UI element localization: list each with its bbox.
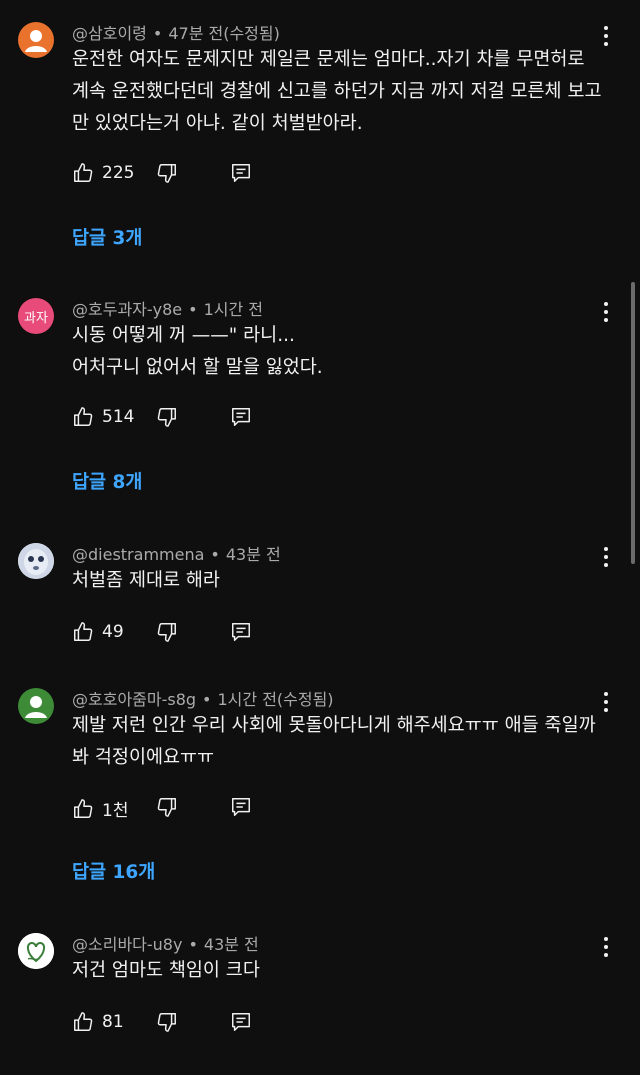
comment-actions: 514 [72, 406, 272, 430]
thumbs-up-icon [74, 798, 93, 818]
comment-time[interactable]: 1시간 전 [204, 300, 263, 319]
author-name[interactable]: @호두과자-y8e [72, 300, 182, 319]
reply-icon [232, 408, 250, 426]
thumbs-down-icon [157, 164, 176, 183]
avatar-image [18, 933, 54, 969]
reply-button[interactable] [230, 1011, 252, 1037]
thumbs-up-icon [74, 163, 93, 182]
dislike-button[interactable] [156, 796, 178, 822]
avatar[interactable] [18, 543, 54, 579]
comment-header: @소리바다-u8y • 43분 전 [72, 931, 259, 955]
comment-time[interactable]: 1시간 전(수정됨) [217, 690, 333, 709]
thumbs-down-icon [157, 798, 176, 817]
reply-icon [232, 623, 250, 641]
thumbs-up-icon [74, 407, 93, 426]
more-vertical-icon[interactable] [598, 937, 614, 957]
more-vertical-icon[interactable] [598, 547, 614, 567]
author-name[interactable]: @diestrammena [72, 545, 204, 564]
thumbs-down-icon [157, 408, 176, 427]
comment-header: @호호아줌마-s8g • 1시간 전(수정됨) [72, 686, 334, 710]
avatar[interactable]: 과자 [18, 298, 54, 334]
like-button[interactable]: 81 [72, 1011, 124, 1033]
thumbs-down-icon [157, 623, 176, 642]
view-replies-button[interactable]: 답글 8개 [72, 468, 142, 494]
separator-dot: • [210, 545, 220, 564]
like-count: 1천 [102, 801, 129, 821]
comment-time[interactable]: 43분 전 [204, 935, 259, 954]
separator-dot: • [188, 935, 198, 954]
comment-actions: 81 [72, 1011, 272, 1035]
comment-text: 제발 저런 인간 우리 사회에 못돌아다니게 해주세요ㅠㅠ 애들 죽일까봐 걱정… [72, 715, 596, 768]
like-button[interactable]: 1천 [72, 796, 128, 821]
avatar-image [18, 543, 54, 579]
more-vertical-icon[interactable] [598, 302, 614, 322]
comment-header: @diestrammena • 43분 전 [72, 541, 281, 565]
dislike-button[interactable] [156, 621, 178, 647]
reply-button[interactable] [230, 162, 252, 188]
author-name[interactable]: @호호아줌마-s8g [72, 690, 196, 709]
thumbs-up-icon [74, 622, 93, 641]
comment-text: 시동 어떻게 꺼 ——" 라니... 어처구니 없어서 할 말을 잃었다. [72, 325, 323, 378]
dislike-button[interactable] [156, 162, 178, 188]
view-replies-button[interactable]: 답글 16개 [72, 858, 155, 884]
like-button[interactable]: 225 [72, 162, 134, 184]
view-replies-button[interactable]: 답글 3개 [72, 224, 142, 250]
dislike-button[interactable] [156, 1011, 178, 1037]
reply-icon [232, 164, 250, 182]
author-name[interactable]: @삼호이령 [72, 24, 147, 43]
dislike-button[interactable] [156, 406, 178, 432]
avatar-label: 과자 [24, 310, 48, 326]
like-count: 225 [102, 163, 135, 183]
like-count: 49 [102, 622, 124, 642]
reply-icon [232, 798, 250, 816]
avatar[interactable] [18, 933, 54, 969]
comment-header: @삼호이령 • 47분 전(수정됨) [72, 20, 280, 44]
comment-actions: 1천 [72, 796, 272, 822]
reply-button[interactable] [230, 796, 252, 822]
thumbs-down-icon [157, 1013, 176, 1032]
author-name[interactable]: @소리바다-u8y [72, 935, 182, 954]
reply-icon [232, 1013, 250, 1031]
comment-text: 처벌좀 제대로 해라 [72, 570, 220, 591]
thumbs-up-icon [74, 1012, 93, 1031]
comment-actions: 225 [72, 162, 272, 186]
separator-dot: • [188, 300, 198, 319]
reply-button[interactable] [230, 406, 252, 432]
separator-dot: • [202, 690, 212, 709]
like-button[interactable]: 514 [72, 406, 134, 428]
comment-time[interactable]: 47분 전(수정됨) [168, 24, 280, 43]
comment-text: 운전한 여자도 문제지만 제일큰 문제는 엄마다..자기 차를 무면허로 계속 … [72, 49, 602, 134]
like-button[interactable]: 49 [72, 621, 124, 643]
avatar[interactable] [18, 688, 54, 724]
comment-header: @호두과자-y8e • 1시간 전 [72, 296, 263, 320]
reply-button[interactable] [230, 621, 252, 647]
like-count: 81 [102, 1012, 124, 1032]
avatar[interactable] [18, 22, 54, 58]
more-vertical-icon[interactable] [598, 692, 614, 712]
comment-text: 저건 엄마도 책임이 크다 [72, 960, 260, 981]
like-count: 514 [102, 407, 135, 427]
comment-time[interactable]: 43분 전 [226, 545, 281, 564]
comments-panel: @삼호이령 • 47분 전(수정됨) 운전한 여자도 문제지만 제일큰 문제는 엄마… [0, 0, 640, 1075]
more-vertical-icon[interactable] [598, 26, 614, 46]
separator-dot: • [152, 24, 163, 43]
scrollbar[interactable] [631, 282, 635, 564]
comment-actions: 49 [72, 621, 272, 645]
